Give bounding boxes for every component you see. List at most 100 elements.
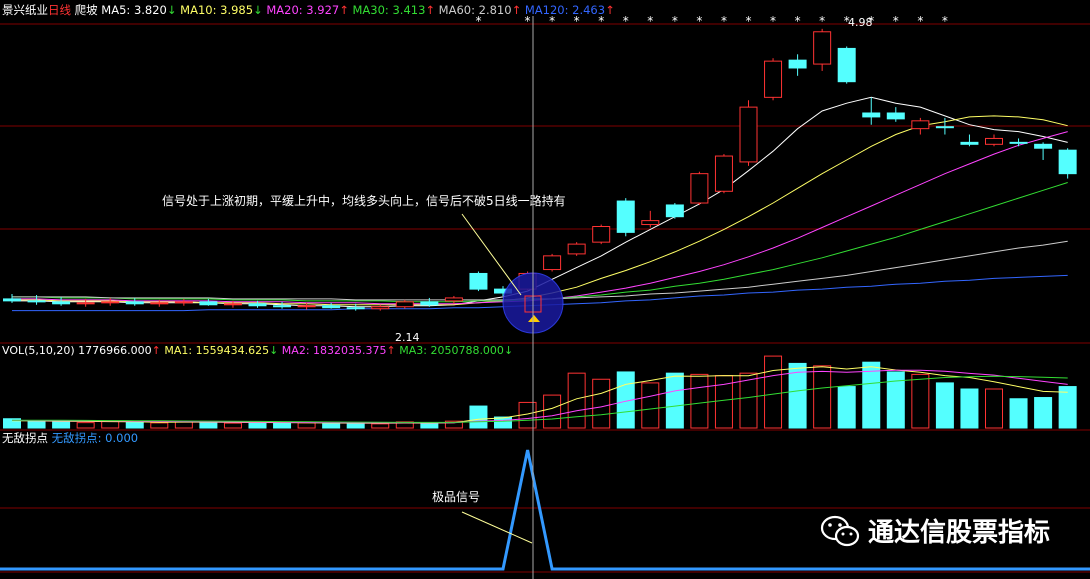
candle-body — [469, 272, 488, 290]
volume-bar — [125, 421, 144, 429]
indicator-annotation: 极品信号 — [432, 490, 480, 504]
candle-body — [985, 137, 1003, 145]
stock-chart: 景兴纸业日线 爬坡 MA5: 3.820↓ MA10: 3.985↓ MA20:… — [0, 3, 1090, 579]
candle-body — [911, 120, 930, 130]
volume-bar — [322, 423, 341, 429]
vol-arrow: ↑ — [152, 344, 161, 357]
low-price-label: 2.14 — [395, 331, 420, 344]
vol-header: VOL(5,10,20) 1776966.000↑ MA1: 1559434.6… — [2, 344, 513, 357]
ma-value: MA20: 3.927 — [263, 3, 340, 17]
indicator-name: 无敌拐点 — [2, 431, 48, 445]
candle-body — [395, 301, 414, 308]
volume-bar — [592, 378, 611, 429]
candle-body — [837, 47, 856, 83]
candle-body — [641, 220, 660, 226]
candle-body — [248, 303, 267, 307]
volume-bar — [862, 361, 881, 429]
volume-bar — [150, 422, 169, 429]
volume-bar — [813, 365, 832, 429]
candle-body — [174, 301, 193, 304]
ma-arrow: ↓ — [167, 3, 177, 17]
volume-bar — [273, 422, 292, 429]
ma-value: MA30: 3.413 — [349, 3, 426, 17]
candle-body — [1034, 143, 1053, 149]
star-marker: * — [598, 14, 604, 28]
volume-bar — [1058, 386, 1077, 429]
volume-bar — [764, 355, 783, 429]
wechat-icon — [820, 515, 860, 546]
volume-bar — [641, 382, 660, 429]
star-marker: * — [917, 14, 923, 28]
indicator-value: 无敌拐点: 0.000 — [48, 431, 138, 445]
candle-body — [764, 60, 783, 98]
volume-bar — [469, 405, 488, 429]
ma-arrow: ↑ — [339, 3, 349, 17]
ma-value: MA60: 2.810 — [435, 3, 512, 17]
ma-arrow: ↓ — [253, 3, 263, 17]
ma-value: MA5: 3.820 — [98, 3, 167, 17]
candle-body — [714, 155, 733, 192]
volume-bar — [248, 422, 267, 429]
star-marker: * — [696, 14, 702, 28]
volume-bar — [543, 394, 562, 429]
candle-body — [739, 106, 758, 163]
volume-ma-ma2 — [11, 369, 1068, 424]
vol-value: MA2: 1832035.375 — [278, 344, 386, 357]
vol-value: MA3: 2050788.000 — [396, 344, 504, 357]
candle-body — [567, 243, 586, 255]
volume-bar — [346, 422, 365, 429]
candle-body — [3, 298, 21, 302]
high-price-label: 4.98 — [848, 16, 873, 29]
vol-arrow: ↓ — [269, 344, 278, 357]
star-marker: * — [746, 14, 752, 28]
watermark-text: 通达信股票指标 — [868, 518, 1051, 548]
signal-line — [0, 449, 1090, 571]
candle-body — [862, 112, 881, 118]
volume-bar — [911, 373, 930, 429]
volume-bar — [935, 382, 954, 429]
ma-arrow: ↑ — [512, 3, 522, 17]
volume-ma-ma1 — [11, 366, 1068, 424]
volume-bar — [420, 422, 439, 429]
star-marker: * — [672, 14, 678, 28]
star-marker: * — [574, 14, 580, 28]
vol-arrow: ↓ — [504, 344, 513, 357]
volume-bar — [985, 388, 1003, 429]
ma-value: MA120: 2.463 — [521, 3, 605, 17]
volume-bar — [297, 422, 316, 429]
vol-value: VOL(5,10,20) 1776966.000 — [2, 344, 152, 357]
ma-value: MA10: 3.985 — [177, 3, 254, 17]
volume-ma-lines — [11, 366, 1068, 424]
star-marker: * — [549, 14, 555, 28]
candle-body — [322, 305, 341, 309]
volume-bar — [690, 373, 709, 429]
volume-bar — [960, 388, 979, 429]
star-marker: * — [623, 14, 629, 28]
star-marker: * — [647, 14, 653, 28]
candle-body — [76, 302, 95, 305]
candle-body — [886, 112, 905, 120]
volume-bar — [199, 421, 218, 429]
star-marker: * — [795, 14, 801, 28]
volume-bar — [52, 421, 71, 429]
star-marker: * — [942, 14, 948, 28]
candle-body — [27, 300, 46, 303]
indicator-header: 无敌拐点 无敌拐点: 0.000 — [2, 431, 138, 445]
stock-name: 景兴纸业 — [2, 3, 48, 17]
volume-bar — [837, 386, 856, 429]
candle-body — [297, 305, 316, 308]
volume-bar — [76, 422, 95, 429]
star-marker: * — [721, 14, 727, 28]
candle-body — [273, 305, 292, 308]
candle-body — [788, 59, 807, 69]
star-marker: * — [770, 14, 776, 28]
volume-bar — [27, 420, 46, 429]
candle-body — [52, 301, 71, 305]
candle-body — [444, 297, 463, 302]
candles — [3, 28, 1077, 311]
candle-body — [813, 31, 832, 65]
candle-body — [690, 173, 709, 204]
star-marker: * — [819, 14, 825, 28]
volume-bar — [371, 423, 390, 429]
star-marker: * — [525, 14, 531, 28]
